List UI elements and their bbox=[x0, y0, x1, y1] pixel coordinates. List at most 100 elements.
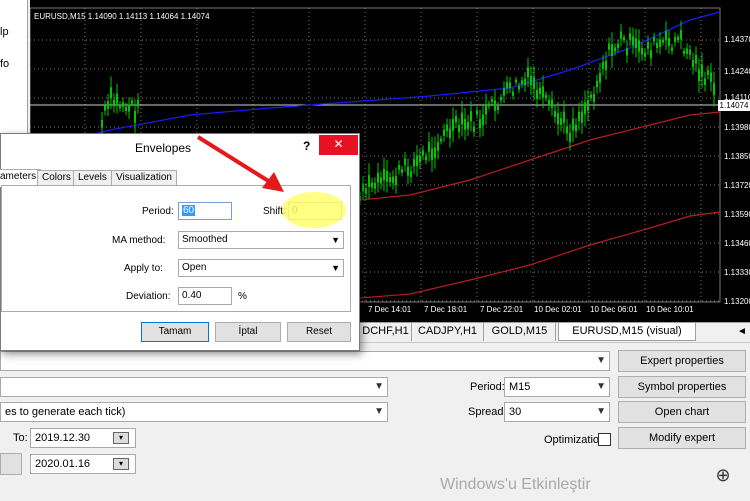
candle-body bbox=[422, 150, 424, 156]
chevron-down-icon: ▼ bbox=[374, 406, 384, 417]
candle-body bbox=[419, 155, 421, 163]
open-chart-button[interactable]: Open chart bbox=[618, 401, 746, 423]
candle-body bbox=[473, 126, 475, 132]
candle-body bbox=[377, 172, 379, 183]
candle-body bbox=[551, 99, 553, 108]
ma-method-select[interactable]: Smoothed ▼ bbox=[178, 231, 344, 249]
to-date-input[interactable]: 2019.12.30 ▾ bbox=[30, 428, 136, 448]
candle-body bbox=[620, 31, 622, 39]
optimization-checkbox[interactable] bbox=[598, 433, 611, 446]
candle-body bbox=[638, 40, 640, 52]
chevron-down-icon: ▼ bbox=[331, 263, 340, 273]
candle-body bbox=[689, 49, 691, 55]
candle-body bbox=[710, 72, 712, 82]
calendar-icon[interactable]: ▾ bbox=[113, 458, 129, 470]
spread-select[interactable]: 30 ▼ bbox=[504, 402, 610, 422]
strategy-tester-panel: ▼ Expert properties ▼ Period: M15 ▼ Symb… bbox=[0, 342, 750, 501]
from-date-input[interactable]: 2020.01.16 ▾ bbox=[30, 454, 136, 474]
help-icon[interactable]: ? bbox=[303, 139, 310, 153]
candle-body bbox=[599, 72, 601, 83]
candle-body bbox=[680, 30, 682, 40]
close-icon[interactable]: ✕ bbox=[319, 135, 358, 155]
expert-select[interactable]: ▼ bbox=[0, 351, 610, 371]
candle-body bbox=[572, 118, 574, 131]
symbol-select[interactable]: ▼ bbox=[0, 377, 388, 397]
candle-body bbox=[704, 78, 706, 85]
apply-to-select[interactable]: Open ▼ bbox=[178, 259, 344, 277]
period-select[interactable]: M15 ▼ bbox=[504, 377, 610, 397]
optimization-label: Optimization bbox=[544, 434, 606, 446]
tab-visualization[interactable]: Visualization bbox=[111, 170, 177, 186]
candle-body bbox=[383, 168, 385, 181]
candle-body bbox=[692, 60, 694, 68]
tab-eurusd-m15-visual[interactable]: EURUSD,M15 (visual) bbox=[558, 323, 696, 341]
candle-body bbox=[104, 105, 106, 111]
candle-body bbox=[701, 64, 703, 77]
tab-gold-m15[interactable]: GOLD,M15 bbox=[484, 323, 556, 341]
reset-button[interactable]: Reset bbox=[287, 322, 351, 342]
candle-body bbox=[113, 99, 115, 107]
candle-body bbox=[407, 166, 409, 176]
time-axis-label: 10 Dec 02:01 bbox=[534, 305, 582, 314]
candle-body bbox=[437, 142, 439, 151]
candle-body bbox=[404, 158, 406, 166]
candle-body bbox=[470, 111, 472, 122]
candle-body bbox=[596, 80, 598, 88]
candle-body bbox=[560, 118, 562, 125]
calendar-icon[interactable]: ▾ bbox=[113, 432, 129, 444]
candle-body bbox=[449, 128, 451, 139]
price-axis-label: 1.14240 bbox=[724, 67, 750, 76]
tab-levels[interactable]: Levels bbox=[73, 170, 112, 186]
candle-body bbox=[695, 54, 697, 64]
symbol-properties-button[interactable]: Symbol properties bbox=[618, 376, 746, 398]
cancel-button[interactable]: İptal bbox=[215, 322, 281, 342]
time-axis-label: 7 Dec 22:01 bbox=[480, 305, 524, 314]
modify-expert-button[interactable]: Modify expert bbox=[618, 427, 746, 449]
candle-body bbox=[107, 101, 109, 109]
candle-body bbox=[650, 50, 652, 59]
tab-cadjpy-h1[interactable]: CADJPY,H1 bbox=[412, 323, 484, 341]
to-label: To: bbox=[13, 432, 28, 444]
spread-value: 30 bbox=[509, 406, 522, 418]
expert-properties-button[interactable]: Expert properties bbox=[618, 350, 746, 372]
period-value: M15 bbox=[509, 381, 531, 393]
candle-body bbox=[425, 156, 427, 161]
terminal-window: lp fo EURUSD,M15 1.14090 1.14113 1.14064… bbox=[0, 0, 750, 501]
to-date-value: 2019.12.30 bbox=[35, 432, 91, 444]
time-axis-label: 7 Dec 14:01 bbox=[368, 305, 412, 314]
candle-body bbox=[656, 42, 658, 48]
navigator-item[interactable]: fo bbox=[0, 58, 9, 70]
navigator-item[interactable]: lp bbox=[0, 26, 9, 38]
candle-body bbox=[512, 91, 514, 96]
tab-scroll-left-icon[interactable]: ◄ bbox=[734, 323, 750, 341]
model-value: es to generate each tick) bbox=[5, 406, 126, 418]
spread-label: Spread: bbox=[468, 406, 507, 418]
period-label: Period: bbox=[470, 381, 505, 393]
ok-button[interactable]: Tamam bbox=[141, 322, 209, 342]
candle-body bbox=[125, 106, 127, 111]
candle-body bbox=[608, 43, 610, 50]
date-toggle-button[interactable] bbox=[0, 453, 22, 475]
deviation-input[interactable]: 0.40 bbox=[178, 287, 232, 305]
period-input[interactable]: 60 bbox=[178, 202, 232, 220]
candle-body bbox=[428, 141, 430, 152]
candle-body bbox=[665, 30, 667, 41]
candle-body bbox=[674, 37, 676, 42]
tab-dchf-h1[interactable]: DCHF,H1 bbox=[360, 323, 412, 341]
candle-body bbox=[362, 183, 364, 192]
price-axis-label: 1.13850 bbox=[724, 152, 750, 161]
candle-body bbox=[524, 78, 526, 86]
current-price-marker: 1.14074 bbox=[718, 100, 750, 111]
tab-colors[interactable]: Colors bbox=[37, 170, 76, 186]
model-select[interactable]: es to generate each tick) ▼ bbox=[0, 402, 388, 422]
price-axis-label: 1.13980 bbox=[724, 123, 750, 132]
candle-body bbox=[128, 104, 130, 112]
dialog-titlebar[interactable]: Envelopes ? ✕ bbox=[1, 134, 359, 162]
candle-body bbox=[497, 106, 499, 111]
candle-body bbox=[554, 110, 556, 118]
price-axis-label: 1.13330 bbox=[724, 268, 750, 277]
candle-body bbox=[629, 33, 631, 40]
candle-body bbox=[119, 104, 121, 109]
candle-body bbox=[647, 41, 649, 49]
zoom-in-icon[interactable]: ⊕ bbox=[708, 460, 738, 490]
